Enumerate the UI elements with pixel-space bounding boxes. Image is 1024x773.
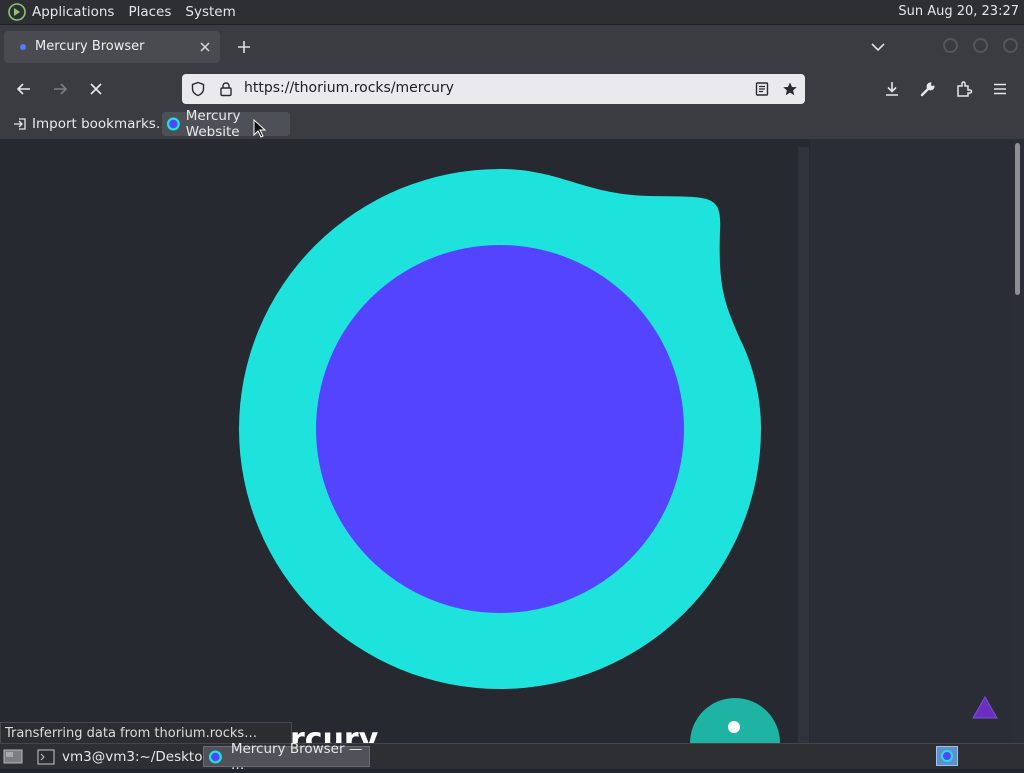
taskbar-browser-item[interactable]: Mercury Browser — … — [203, 741, 370, 773]
bookmarks-toolbar: Import bookmarks… Mercury Website — [0, 108, 1024, 140]
tab-title: Mercury Browser — [35, 39, 145, 54]
forward-icon[interactable] — [50, 79, 70, 99]
floating-action-button[interactable] — [690, 698, 780, 743]
mercury-favicon-icon — [166, 117, 180, 131]
workspace-window-icon — [941, 750, 953, 762]
page-scrollbar[interactable] — [1012, 139, 1024, 743]
back-icon[interactable] — [14, 79, 34, 99]
downloads-icon[interactable] — [882, 79, 902, 99]
terminal-icon — [37, 749, 55, 764]
app-menu-icon[interactable] — [990, 79, 1010, 99]
taskbar-terminal-item[interactable]: vm3@vm3:~/Desktop — [37, 746, 211, 767]
fab-dot-icon — [728, 721, 740, 733]
import-icon — [14, 118, 26, 130]
minimize-window-button[interactable] — [943, 38, 958, 53]
mercury-taskbar-icon — [208, 750, 222, 763]
tab-mercury-browser[interactable]: Mercury Browser — [4, 31, 220, 63]
list-all-tabs-icon[interactable] — [869, 38, 887, 56]
taskbar-terminal-label: vm3@vm3:~/Desktop — [62, 748, 212, 765]
tab-favicon-icon — [20, 44, 26, 50]
mouse-pointer-icon — [253, 119, 267, 138]
close-window-button[interactable] — [1003, 38, 1018, 53]
tab-strip: Mercury Browser — [0, 25, 1024, 69]
maximize-window-button[interactable] — [973, 38, 988, 53]
url-bar[interactable]: https://thorium.rocks/mercury — [182, 74, 805, 104]
mercury-website-bookmark[interactable]: Mercury Website — [162, 108, 290, 140]
show-desktop-icon[interactable] — [3, 747, 23, 765]
url-text[interactable]: https://thorium.rocks/mercury — [244, 80, 454, 96]
clock[interactable]: Sun Aug 20, 23:27 — [898, 4, 1019, 19]
close-tab-icon[interactable] — [196, 38, 214, 56]
page-content: rcury — [0, 139, 1024, 743]
places-menu[interactable]: Places — [128, 4, 171, 20]
applications-menu[interactable]: Applications — [32, 4, 114, 20]
import-bookmarks-item[interactable]: Import bookmarks… — [8, 112, 173, 136]
distro-logo-icon[interactable] — [8, 3, 26, 21]
bookmark-star-icon[interactable] — [782, 81, 798, 97]
system-menu[interactable]: System — [185, 4, 235, 20]
wrench-settings-icon[interactable] — [918, 79, 938, 99]
lock-icon[interactable] — [218, 81, 234, 97]
side-panel — [810, 139, 1012, 743]
workspace-switcher[interactable] — [936, 746, 958, 766]
import-bookmarks-label: Import bookmarks… — [32, 116, 170, 132]
new-tab-icon[interactable] — [234, 37, 254, 57]
top-panel: Applications Places System Sun Aug 20, 2… — [0, 0, 1024, 25]
inner-scrollbar[interactable] — [798, 147, 809, 743]
reader-view-icon[interactable] — [754, 81, 770, 97]
mercury-logo — [239, 169, 780, 743]
mercury-logo-inner-circle — [316, 245, 684, 613]
scroll-to-top-triangle-icon[interactable] — [971, 695, 999, 721]
mercury-website-label: Mercury Website — [185, 108, 241, 140]
stop-loading-icon[interactable] — [86, 79, 106, 99]
navigation-bar: https://thorium.rocks/mercury — [0, 69, 1024, 109]
tracking-protection-shield-icon[interactable] — [190, 81, 206, 97]
extensions-icon[interactable] — [954, 79, 974, 99]
page-scrollbar-thumb[interactable] — [1015, 143, 1020, 295]
bottom-panel: vm3@vm3:~/Desktop Mercury Browser — … — [0, 741, 1024, 773]
